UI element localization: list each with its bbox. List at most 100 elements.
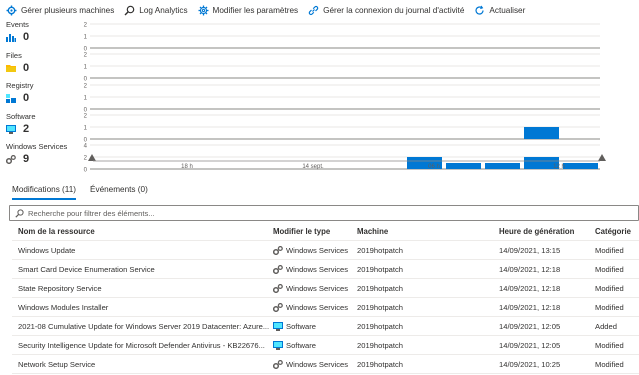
cell-resource-name: State Repository Service <box>18 283 102 293</box>
gears-icon <box>273 264 283 274</box>
y-tick-label: 2 <box>84 156 88 162</box>
cell-change-type: Windows Services <box>273 245 357 255</box>
manage-connection-button[interactable]: Gérer la connexion du journal d'activité <box>308 0 464 20</box>
x-tick-label: 12 h <box>553 164 565 170</box>
bar <box>485 163 520 169</box>
table-row[interactable]: Windows Update Windows Services 2019hotpat… <box>12 241 639 260</box>
cell-resource-name: 2021-08 Cumulative Update for Windows Se… <box>18 321 270 331</box>
cell-generated-time: 14/09/2021, 12:18 <box>499 283 561 293</box>
cell-category: Modified <box>595 283 624 293</box>
cell-change-type-label: Windows Services <box>286 283 349 293</box>
refresh-icon <box>474 5 485 16</box>
cell-change-type-label: Software <box>286 321 316 331</box>
tab-modifications[interactable]: Modifications (11) <box>12 183 77 200</box>
search-icon <box>124 5 135 16</box>
bar <box>524 127 559 139</box>
y-tick-label: 1 <box>84 35 88 41</box>
bar <box>446 163 481 169</box>
modify-settings-label: Modifier les paramètres <box>212 5 299 15</box>
gear-icon <box>6 5 17 16</box>
cell-machine: 2019hotpatch <box>357 321 404 331</box>
cell-change-type-label: Windows Services <box>286 302 349 312</box>
column-header-name[interactable]: Nom de la ressource <box>12 227 273 236</box>
y-tick-label: 1 <box>84 96 88 102</box>
y-tick-label: 2 <box>84 84 88 90</box>
x-tick-label: 14 sept. <box>302 164 324 170</box>
changes-table: Nom de la ressource Modifier le type Mac… <box>12 222 639 374</box>
log-analytics-label: Log Analytics <box>139 5 188 15</box>
cell-generated-time: 14/09/2021, 10:25 <box>499 359 561 369</box>
table-body: Windows Update Windows Services 2019hotpat… <box>12 241 639 374</box>
x-tick-label: 06 h <box>428 164 440 170</box>
cell-machine: 2019hotpatch <box>357 283 404 293</box>
table-row[interactable]: 2021-08 Cumulative Update for Windows Se… <box>12 317 639 336</box>
cell-resource-name: Smart Card Device Enumeration Service <box>18 264 155 274</box>
range-end-handle <box>598 154 606 161</box>
table-row[interactable]: Network Setup Service Windows Services 201… <box>12 355 639 374</box>
gears-icon <box>273 283 283 293</box>
table-header: Nom de la ressource Modifier le type Mac… <box>12 222 639 241</box>
cell-machine: 2019hotpatch <box>357 340 404 350</box>
cell-category: Added <box>595 321 617 331</box>
cell-generated-time: 14/09/2021, 13:15 <box>499 245 561 255</box>
cell-generated-time: 14/09/2021, 12:18 <box>499 264 561 274</box>
cell-category: Modified <box>595 359 624 369</box>
cell-change-type: Software <box>273 340 357 350</box>
cell-change-type: Windows Services <box>273 264 357 274</box>
modify-settings-button[interactable]: Modifier les paramètres <box>198 0 299 20</box>
software-icon <box>273 340 283 350</box>
link-icon <box>308 5 319 16</box>
cell-machine: 2019hotpatch <box>357 302 404 312</box>
column-header-type[interactable]: Modifier le type <box>273 227 357 236</box>
tabs: Modifications (11) Événements (0) <box>12 183 162 200</box>
column-header-time[interactable]: Heure de génération <box>499 227 595 236</box>
table-row[interactable]: Security Intelligence Update for Microso… <box>12 336 639 355</box>
bar <box>563 163 598 169</box>
table-row[interactable]: Windows Modules Installer Windows Service… <box>12 298 639 317</box>
table-row[interactable]: State Repository Service Windows Services… <box>12 279 639 298</box>
cell-machine: 2019hotpatch <box>357 264 404 274</box>
gears-icon <box>273 359 283 369</box>
cell-generated-time: 14/09/2021, 12:18 <box>499 302 561 312</box>
manage-connection-label: Gérer la connexion du journal d'activité <box>323 5 465 15</box>
cell-category: Modified <box>595 245 624 255</box>
filter-search-box[interactable] <box>9 205 639 221</box>
cell-category: Modified <box>595 340 624 350</box>
cell-category: Modified <box>595 264 624 274</box>
column-header-machine[interactable]: Machine <box>357 227 499 236</box>
cell-change-type-label: Windows Services <box>286 245 349 255</box>
column-header-category[interactable]: Catégorie <box>595 227 639 236</box>
cell-change-type-label: Software <box>286 340 316 350</box>
y-tick-label: 2 <box>84 114 88 120</box>
tab-events[interactable]: Événements (0) <box>90 183 148 200</box>
table-row[interactable]: Smart Card Device Enumeration Service Win… <box>12 260 639 279</box>
y-tick-label: 2 <box>84 23 88 29</box>
gears-icon <box>273 245 283 255</box>
manage-machines-button[interactable]: Gérer plusieurs machines <box>6 0 114 20</box>
cell-resource-name: Windows Modules Installer <box>18 302 109 312</box>
cell-change-type: Windows Services <box>273 283 357 293</box>
y-tick-label: 2 <box>84 53 88 59</box>
cell-change-type: Windows Services <box>273 302 357 312</box>
range-start-handle <box>88 154 96 161</box>
cell-resource-name: Security Intelligence Update for Microso… <box>18 340 265 350</box>
changes-timeline-chart: 2 1 0 2 1 0 2 1 0 2 1 0 4 2 0 18 h 14 sept. 06 h 12 h <box>0 20 639 180</box>
log-analytics-button[interactable]: Log Analytics <box>124 0 188 20</box>
toolbar: Gérer plusieurs machines Log Analytics M… <box>0 0 639 20</box>
cell-change-type: Windows Services <box>273 359 357 369</box>
cell-machine: 2019hotpatch <box>357 245 404 255</box>
y-tick-label: 1 <box>84 126 88 132</box>
filter-input[interactable] <box>28 208 618 218</box>
y-tick-label: 4 <box>84 144 88 150</box>
refresh-button[interactable]: Actualiser <box>474 0 525 20</box>
cell-resource-name: Windows Update <box>18 245 76 255</box>
y-tick-label: 0 <box>84 77 88 83</box>
manage-machines-label: Gérer plusieurs machines <box>21 5 115 15</box>
refresh-label: Actualiser <box>489 5 526 15</box>
software-icon <box>273 321 283 331</box>
gears-icon <box>273 302 283 312</box>
y-tick-label: 1 <box>84 65 88 71</box>
cell-category: Modified <box>595 302 624 312</box>
cell-machine: 2019hotpatch <box>357 359 404 369</box>
y-tick-label: 0 <box>84 168 88 174</box>
